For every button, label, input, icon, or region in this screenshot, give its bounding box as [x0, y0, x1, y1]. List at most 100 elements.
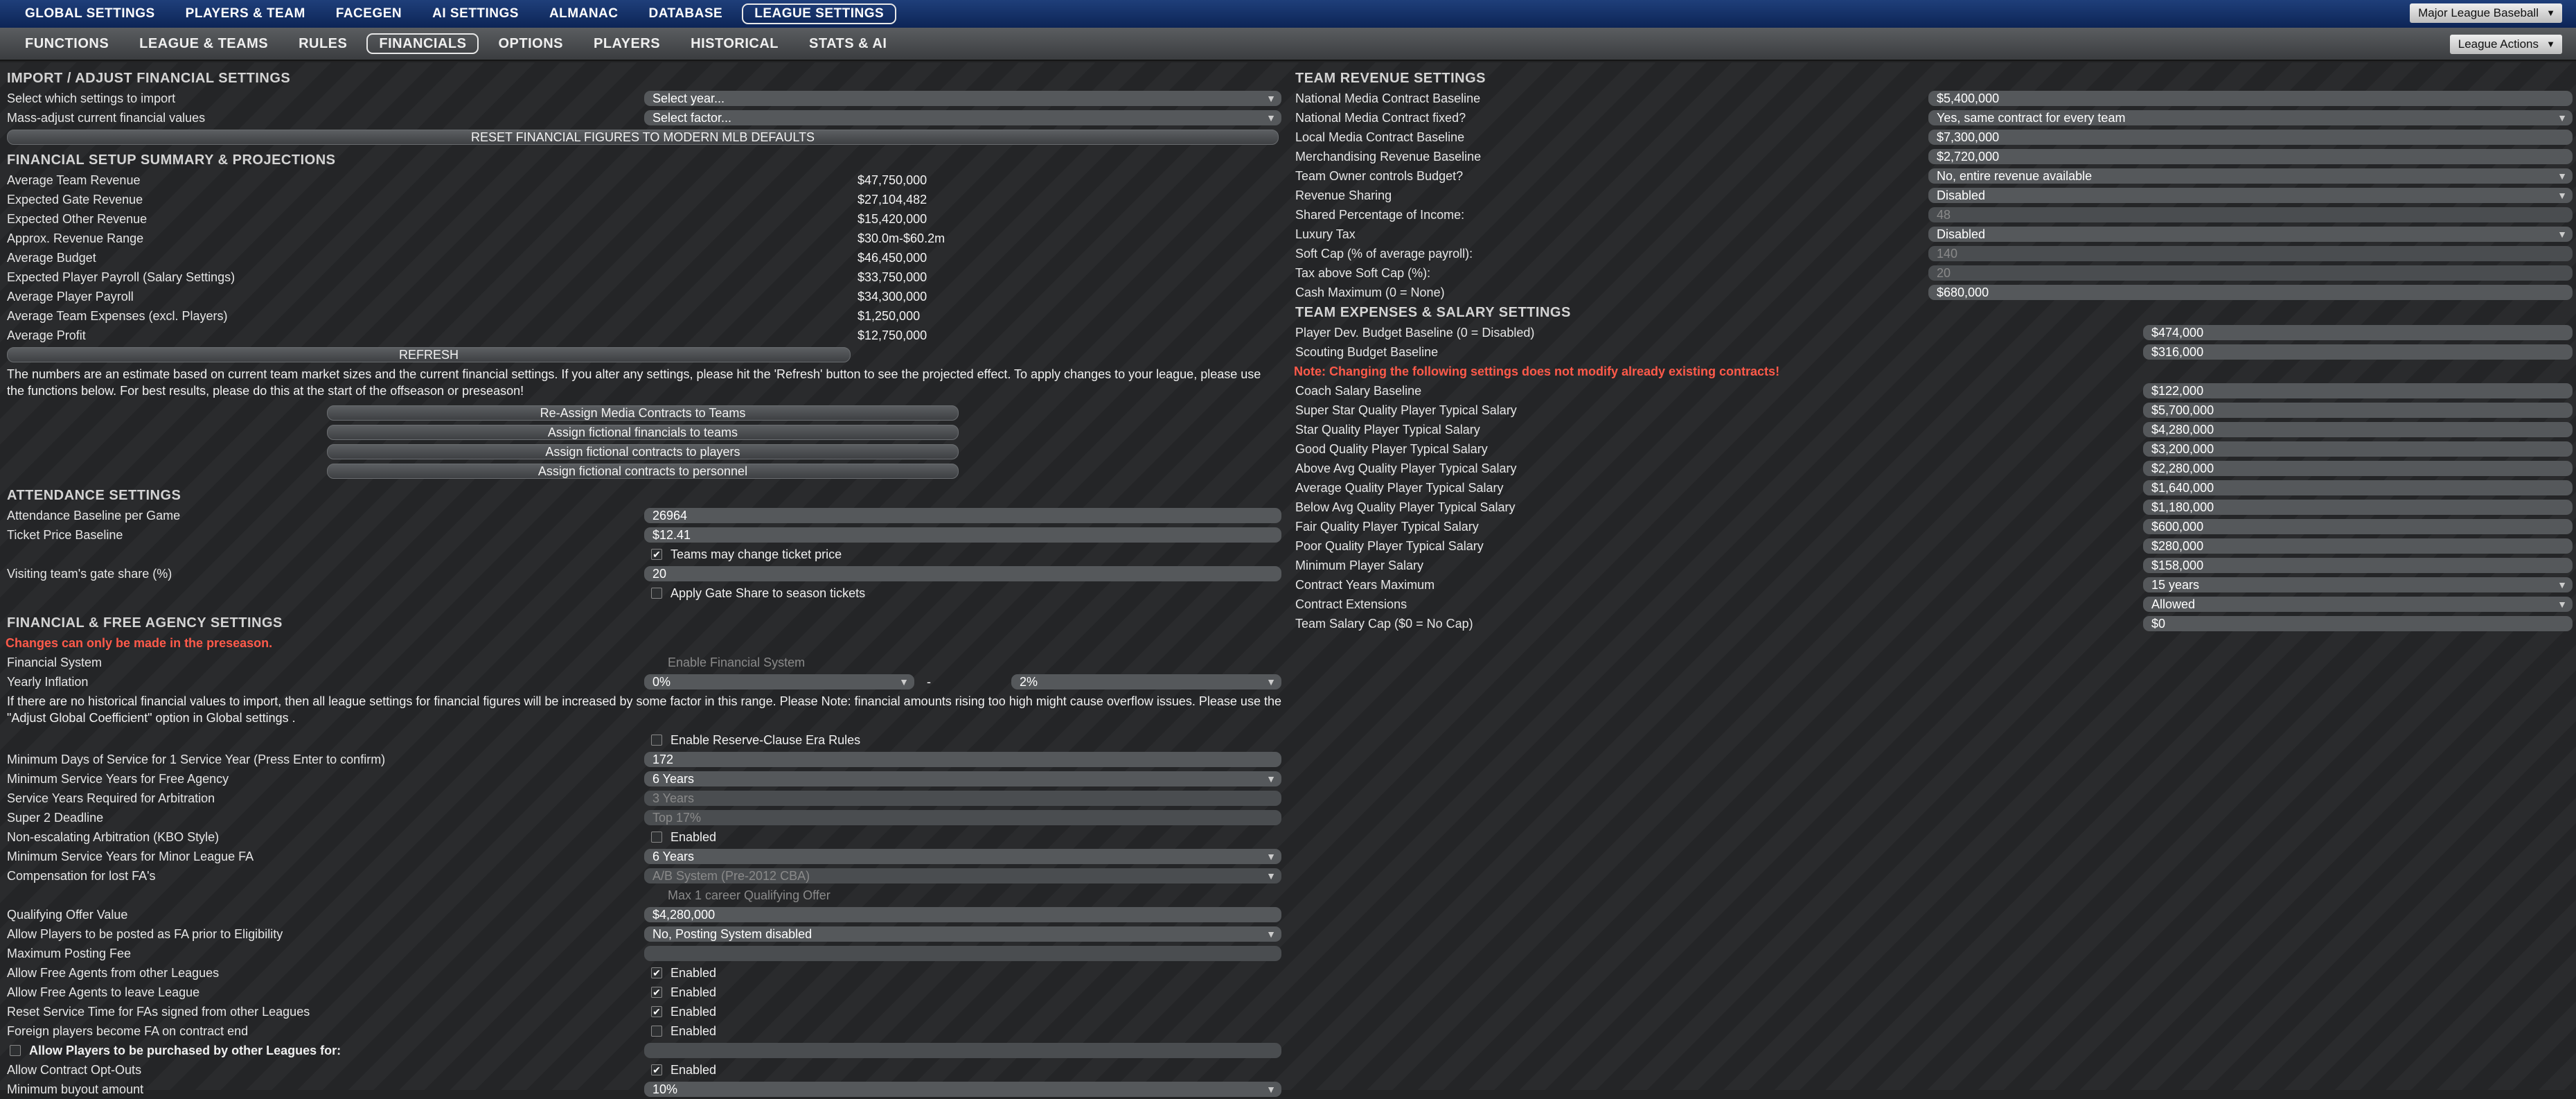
inflation-from-select[interactable]: 0% ▼ — [644, 674, 914, 689]
attendance-baseline-input[interactable]: 26964 — [644, 508, 1281, 523]
expense-value-field[interactable]: $122,000 — [2143, 383, 2573, 398]
fa-value-field: 3 Years — [644, 791, 1281, 806]
revenue-row: National Media Contract Baseline $5,400,0… — [1288, 89, 2576, 108]
inflation-to-select[interactable]: 2% ▼ — [1011, 674, 1281, 689]
refresh-button[interactable]: REFRESH — [7, 347, 851, 362]
ticket-price-input[interactable]: $12.41 — [644, 527, 1281, 543]
assign-fin-players-button[interactable]: Assign fictional contracts to players — [327, 444, 959, 459]
field-value: 2% — [1020, 675, 1038, 689]
purchase-checkbox[interactable] — [10, 1045, 21, 1056]
nav-facegen[interactable]: FACEGEN — [325, 3, 413, 24]
tab-players[interactable]: PLAYERS — [583, 33, 671, 54]
apply-gate-checkbox[interactable] — [651, 588, 662, 599]
expense-value-field[interactable]: $1,640,000 — [2143, 480, 2573, 495]
fa-setting-row: Qualifying Offer Value $4,280,000 — [0, 905, 1284, 924]
summary-row: Average Player Payroll $34,300,000 — [0, 287, 1284, 306]
field-value: $1,180,000 — [2151, 500, 2214, 514]
field-label: Maximum Posting Fee — [7, 947, 132, 960]
enabled-checkbox[interactable]: ✔ — [651, 987, 662, 998]
tab-league-teams[interactable]: LEAGUE & TEAMS — [128, 33, 279, 54]
tab-stats-ai[interactable]: STATS & AI — [798, 33, 898, 54]
field-label: Coach Salary Baseline — [1295, 384, 1422, 398]
league-actions-dropdown[interactable]: League Actions ▼ — [2449, 35, 2562, 54]
summary-value: $27,104,482 — [858, 193, 927, 206]
expense-value-field[interactable]: $0 — [2143, 616, 2573, 631]
enabled-checkbox[interactable]: ✔ — [651, 967, 662, 978]
revenue-row: Soft Cap (% of average payroll): 140 — [1288, 244, 2576, 263]
nav-almanac[interactable]: ALMANAC — [538, 3, 630, 24]
enabled-checkbox[interactable] — [651, 832, 662, 843]
reassign-media-button[interactable]: Re-Assign Media Contracts to Teams — [327, 405, 959, 421]
assign-fin-teams-button[interactable]: Assign fictional financials to teams — [327, 425, 959, 440]
expense-value-field[interactable]: $3,200,000 — [2143, 441, 2573, 457]
field-value: $680,000 — [1937, 285, 1989, 299]
expense-row: Super Star Quality Player Typical Salary… — [1288, 401, 2576, 420]
mass-adjust-select[interactable]: Select factor... ▼ — [644, 110, 1281, 125]
financial-system-label: Enable Financial System — [668, 656, 806, 669]
enabled-checkbox[interactable] — [651, 1026, 662, 1037]
nav-players-team[interactable]: PLAYERS & TEAM — [175, 3, 317, 24]
revenue-value-field[interactable]: Disabled ▼ — [1928, 188, 2573, 203]
expense-value-field[interactable]: $280,000 — [2143, 538, 2573, 554]
tab-options[interactable]: OPTIONS — [487, 33, 574, 54]
revenue-value-field[interactable]: $5,400,000 — [1928, 91, 2573, 106]
tab-rules[interactable]: RULES — [287, 33, 358, 54]
chevron-down-icon: ▼ — [2546, 8, 2555, 18]
expense-value-field[interactable]: $600,000 — [2143, 519, 2573, 534]
fa-value-field[interactable]: 6 Years ▼ — [644, 771, 1281, 786]
fa-value-field[interactable]: $4,280,000 — [644, 907, 1281, 922]
chevron-down-icon: ▼ — [1266, 112, 1276, 123]
field-value: 0% — [652, 675, 671, 689]
field-value: 48 — [1937, 208, 1951, 222]
field-label: Minimum Service Years for Minor League F… — [7, 850, 254, 863]
fa-value-field[interactable]: 6 Years ▼ — [644, 849, 1281, 864]
reset-financials-button[interactable]: RESET FINANCIAL FIGURES TO MODERN MLB DE… — [7, 130, 1279, 145]
nav-global-settings[interactable]: GLOBAL SETTINGS — [14, 3, 166, 24]
nav-ai-settings[interactable]: AI SETTINGS — [421, 3, 530, 24]
revenue-value-field[interactable]: Disabled ▼ — [1928, 227, 2573, 242]
expense-value-field[interactable]: $316,000 — [2143, 344, 2573, 360]
nav-database[interactable]: DATABASE — [637, 3, 734, 24]
mass-adjust-row: Mass-adjust current financial values Sele… — [0, 108, 1284, 128]
check-icon: ✔ — [652, 549, 661, 560]
expense-value-field[interactable]: $1,180,000 — [2143, 500, 2573, 515]
expense-value-field[interactable]: $5,700,000 — [2143, 403, 2573, 418]
expense-value-field[interactable]: $158,000 — [2143, 558, 2573, 573]
tab-financials[interactable]: FINANCIALS — [366, 33, 479, 54]
league-select[interactable]: Major League Baseball ▼ — [2410, 3, 2562, 23]
fa-setting-row: Minimum Service Years for Minor League F… — [0, 847, 1284, 866]
summary-value: $15,420,000 — [858, 212, 927, 226]
summary-row: Average Team Revenue $47,750,000 — [0, 170, 1284, 190]
expense-row: Average Quality Player Typical Salary $1,… — [1288, 478, 2576, 498]
summary-label: Average Budget — [7, 251, 96, 265]
enabled-checkbox[interactable]: ✔ — [651, 1006, 662, 1017]
assign-fin-personnel-button[interactable]: Assign fictional contracts to personnel — [327, 464, 959, 479]
revenue-value-field[interactable]: No, entire revenue available ▼ — [1928, 168, 2573, 184]
fa-setting-row: Minimum Days of Service for 1 Service Ye… — [0, 750, 1284, 769]
expense-value-field[interactable]: $474,000 — [2143, 325, 2573, 340]
teams-change-price-checkbox[interactable]: ✔ — [651, 549, 662, 560]
revenue-value-field[interactable]: $680,000 — [1928, 285, 2573, 300]
revenue-row: National Media Contract fixed? Yes, same … — [1288, 108, 2576, 128]
gate-share-input[interactable]: 20 — [644, 566, 1281, 581]
tab-functions[interactable]: FUNCTIONS — [14, 33, 120, 54]
expense-row: Player Dev. Budget Baseline (0 = Disable… — [1288, 323, 2576, 342]
fa-value-field[interactable]: 10% ▼ — [644, 1082, 1281, 1097]
nav-league-settings[interactable]: LEAGUE SETTINGS — [742, 3, 897, 24]
summary-value: $33,750,000 — [858, 270, 927, 284]
revenue-value-field[interactable]: Yes, same contract for every team ▼ — [1928, 110, 2573, 125]
enabled-checkbox[interactable]: ✔ — [651, 1064, 662, 1075]
fa-value-field[interactable]: 172 — [644, 752, 1281, 767]
expense-value-field[interactable]: $4,280,000 — [2143, 422, 2573, 437]
expense-value-field[interactable]: Allowed ▼ — [2143, 597, 2573, 612]
inflation-row: Yearly Inflation 0% ▼ - 2% ▼ — [0, 672, 1284, 692]
tab-historical[interactable]: HISTORICAL — [679, 33, 790, 54]
expense-value-field[interactable]: $2,280,000 — [2143, 461, 2573, 476]
reserve-clause-checkbox[interactable] — [651, 735, 662, 746]
field-label: Poor Quality Player Typical Salary — [1295, 539, 1484, 553]
fa-value-field[interactable]: No, Posting System disabled ▼ — [644, 926, 1281, 942]
revenue-value-field[interactable]: $7,300,000 — [1928, 130, 2573, 145]
expense-value-field[interactable]: 15 years ▼ — [2143, 577, 2573, 592]
import-year-select[interactable]: Select year... ▼ — [644, 91, 1281, 106]
revenue-value-field[interactable]: $2,720,000 — [1928, 149, 2573, 164]
